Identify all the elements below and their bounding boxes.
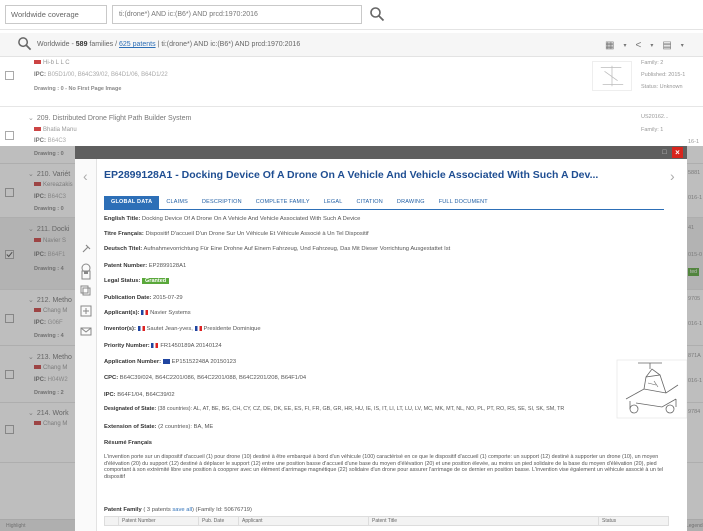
application-field: Application Number: EP15152248A 20150123: [104, 359, 237, 366]
share-icon[interactable]: <: [635, 40, 641, 51]
tab-full-document[interactable]: FULL DOCUMENT: [432, 196, 495, 209]
column-header[interactable]: Status: [598, 516, 669, 526]
chevron-down-icon[interactable]: ▾: [623, 42, 626, 49]
row-drawing: Drawing : 0 - No First Page Image: [34, 86, 122, 92]
family-count: 589: [75, 41, 88, 48]
results-toolbar: ▦ ▾ < ▾ ▤ ▾: [605, 38, 684, 52]
save-icon[interactable]: [80, 269, 92, 281]
flag-icon: [34, 127, 41, 132]
results-summary: Worldwide - 589 families / 625 patents |…: [37, 41, 301, 48]
result-row[interactable]: Hi-b L L C IPC: B05D1/00, B64C39/02, B64…: [0, 57, 703, 107]
row-title[interactable]: ⌄ 209. Distributed Drone Flight Path Buil…: [28, 114, 191, 122]
priority-field: Priority Number: FR1450189A 20140124: [104, 343, 222, 350]
maximize-icon[interactable]: □: [660, 148, 669, 157]
detail-tabs: GLOBAL DATA CLAIMS DESCRIPTION COMPLETE …: [104, 196, 495, 209]
flag-icon: [151, 343, 159, 348]
modal-title: EP2899128A1 - Docking Device Of A Drone …: [104, 169, 599, 181]
patent-family-table: Patent Number Pub. Date Applicant Patent…: [104, 516, 669, 526]
scope-label: Worldwide -: [37, 41, 74, 48]
extension-states-field: Extension of State: (2 countries): BA, M…: [104, 424, 214, 430]
tab-citation[interactable]: CITATION: [349, 196, 389, 209]
close-icon[interactable]: ×: [672, 147, 683, 158]
tab-global-data[interactable]: GLOBAL DATA: [104, 196, 160, 209]
cpc-field: CPC: B64C39/024, B64C2201/086, B64C2201/…: [104, 375, 307, 381]
previous-icon[interactable]: ‹: [83, 168, 88, 184]
german-title-field: Deutsch Titel: Aufnahmevorrichtung Für E…: [104, 246, 451, 252]
tab-description[interactable]: DESCRIPTION: [195, 196, 249, 209]
select-column[interactable]: [104, 516, 119, 526]
chevron-down-icon[interactable]: ▾: [681, 42, 684, 49]
tab-drawing[interactable]: DRAWING: [390, 196, 432, 209]
side-toolbar: [75, 159, 97, 531]
row-published: Published: 2015-1: [641, 72, 686, 78]
english-title-field: English Title: Docking Device Of A Drone…: [104, 216, 361, 222]
patent-detail-modal: ‹ › EP2899128A1 - Docking Device Of A Dr…: [75, 159, 687, 531]
modal-titlebar[interactable]: [75, 146, 687, 159]
inventor-field: Inventor(s): Sautet Jean-yves, President…: [104, 326, 261, 333]
save-all-link[interactable]: save all: [172, 507, 192, 513]
email-icon[interactable]: [80, 325, 92, 337]
tab-legal[interactable]: LEGAL: [317, 196, 350, 209]
row-owner: Hi-b L L C: [34, 60, 70, 66]
row-family: Family: 1: [641, 127, 664, 133]
drawing-thumbnail[interactable]: [592, 61, 632, 91]
row-owner: Bhatia Manu: [34, 127, 77, 133]
designated-states-field: Designated of State: (38 countries): AL,…: [104, 406, 565, 412]
tab-complete-family[interactable]: COMPLETE FAMILY: [249, 196, 317, 209]
french-title-field: Titre Français: Dispositif D'accueil D'u…: [104, 231, 369, 237]
results-header: Worldwide - 589 families / 625 patents |…: [0, 33, 703, 57]
tab-claims[interactable]: CLAIMS: [159, 196, 195, 209]
applicant-field: Applicant(s): Navier Systems: [104, 310, 191, 317]
row-checkbox[interactable]: [5, 71, 14, 80]
publication-date-field: Publication Date: 2015-07-29: [104, 295, 183, 301]
abstract-text: L'invention porte sur un dispositif d'ac…: [104, 454, 664, 481]
search-icon[interactable]: [369, 6, 385, 22]
tabs-underline: [104, 209, 664, 210]
ipc-field: IPC: B64F1/04, B64C39/02: [104, 392, 175, 398]
patent-drawing[interactable]: [616, 359, 687, 419]
row-published: 16-1: [688, 139, 700, 145]
row-status: Status: Unknown: [641, 84, 683, 90]
flag-icon: [162, 359, 170, 364]
next-icon[interactable]: ›: [670, 168, 675, 184]
flag-icon: [194, 326, 202, 331]
patent-family-line: Patent Family ( 3 patents save all) (Fam…: [104, 507, 252, 513]
abstract-heading: Résumé Français: [104, 440, 153, 446]
query-echo: ti:(drone*) AND ic:(B6*) AND prcd:1970:2…: [161, 41, 301, 48]
add-icon[interactable]: [80, 305, 92, 317]
granted-badge: Granted: [142, 278, 170, 284]
flag-icon: [34, 60, 41, 65]
flag-icon: [137, 326, 145, 331]
column-header[interactable]: Patent Title: [368, 516, 599, 526]
family-count-label: families /: [89, 41, 118, 48]
grid-view-icon[interactable]: ▦: [605, 40, 614, 51]
row-checkbox[interactable]: [5, 131, 14, 140]
search-bar: Worldwide coverage ti:(drone*) AND ic:(B…: [0, 0, 703, 30]
column-header[interactable]: Pub. Date: [198, 516, 239, 526]
legal-status-field: Legal Status: Granted: [104, 278, 170, 284]
column-header[interactable]: Patent Number: [118, 516, 199, 526]
chevron-down-icon[interactable]: ▾: [650, 42, 653, 49]
row-patent-number: US20162...: [641, 114, 669, 120]
save-icon[interactable]: ▤: [662, 40, 671, 51]
patent-number-field: Patent Number: EP2899128A1: [104, 263, 187, 269]
copy-icon[interactable]: [80, 285, 92, 297]
search-icon: [18, 37, 32, 51]
coverage-select[interactable]: Worldwide coverage: [5, 5, 107, 24]
patents-link[interactable]: 625 patents: [119, 41, 156, 48]
row-family: Family: 2: [641, 60, 664, 66]
pin-icon[interactable]: [80, 243, 92, 255]
row-ipc: IPC: B05D1/00, B64C39/02, B64D1/06, B64D…: [34, 72, 168, 78]
query-input[interactable]: ti:(drone*) AND ic:(B6*) AND prcd:1970:2…: [112, 5, 362, 24]
flag-icon: [141, 310, 149, 315]
column-header[interactable]: Applicant: [238, 516, 369, 526]
row-ipc: IPC: B64C3: [34, 138, 67, 144]
